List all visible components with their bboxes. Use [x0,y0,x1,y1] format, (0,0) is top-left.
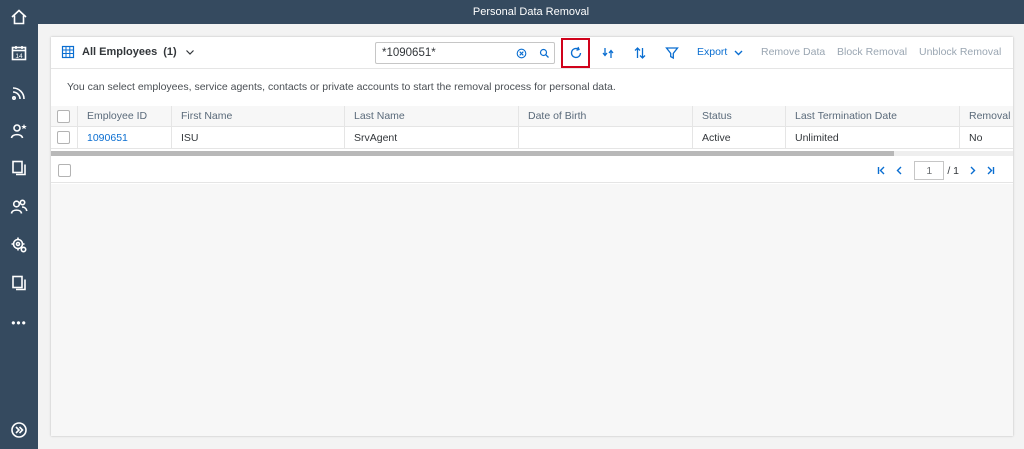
last-name-cell: SrvAgent [345,127,519,148]
column-header-first-name[interactable]: First Name [172,106,345,126]
main-content: All Employees (1) Export [38,24,1024,449]
app-title: Personal Data Removal [472,6,590,18]
row-checkbox[interactable] [57,131,70,144]
filter-icon [665,47,679,60]
table-header: Employee ID First Name Last Name Date of… [51,106,1013,127]
horizontal-scrollbar[interactable] [51,151,1013,156]
first-name-cell: ISU [172,127,345,148]
copy-icon[interactable] [9,158,29,178]
variant-count: (1) [163,46,177,58]
page-number-input[interactable] [914,161,945,180]
table-toolbar: All Employees (1) Export [51,37,1013,69]
table-footer: / 1 [51,157,1013,183]
group-button[interactable] [597,42,619,64]
feed-icon[interactable] [9,83,29,103]
remove-data-button[interactable]: Remove Data [761,46,825,58]
search-icon[interactable] [539,48,550,59]
copy-icon[interactable] [9,273,29,293]
refresh-icon [570,46,581,59]
variant-title: All Employees [82,46,158,58]
removal-blocked-cell: No [969,131,983,144]
svg-text:14: 14 [15,53,23,60]
sort-button[interactable] [629,42,651,64]
shell-bar: Personal Data Removal [38,0,1024,24]
variant-selector[interactable]: All Employees (1) [61,45,195,59]
select-all-checkbox[interactable] [57,109,70,123]
column-header-employee-id[interactable]: Employee ID [78,106,172,126]
chevron-down-icon[interactable] [185,47,195,57]
search-field[interactable] [375,42,555,64]
employees-table: Employee ID First Name Last Name Date of… [51,106,1013,149]
search-input[interactable] [376,43,512,63]
date-of-birth-cell [519,127,693,148]
home-icon[interactable] [9,7,29,27]
column-header-status[interactable]: Status [693,106,786,126]
column-header-date-of-birth[interactable]: Date of Birth [519,106,693,126]
previous-page-icon[interactable] [890,165,908,176]
expand-icon[interactable] [9,420,29,440]
last-termination-date-cell: Unlimited [786,127,960,148]
calendar-icon[interactable]: 14 [9,43,29,63]
empty-area [51,184,1013,436]
user-favorite-icon[interactable] [9,121,29,141]
last-page-icon[interactable] [981,165,999,176]
employee-id-link[interactable]: 1090651 [78,127,172,148]
column-header-removal-blocked[interactable]: Removal B [960,106,1013,126]
employees-card: All Employees (1) Export [51,37,1013,436]
sort-icon [634,47,646,59]
scrollbar-thumb[interactable] [51,151,894,156]
info-message: You can select employees, service agents… [67,81,616,93]
unblock-removal-button[interactable]: Unblock Removal [919,46,1001,58]
page-total: / 1 [947,164,959,177]
more-icon[interactable]: ••• [9,313,29,333]
export-button[interactable]: Export [697,46,744,58]
row-select-cell [51,127,78,148]
side-navigation: 14 ••• [0,0,38,449]
group-icon [602,48,614,58]
clear-icon[interactable] [516,48,527,59]
next-page-icon[interactable] [963,165,981,176]
status-cell: Active [693,127,786,148]
export-label: Export [697,46,728,58]
users-icon[interactable] [9,197,29,217]
first-page-icon[interactable] [872,165,890,176]
table-grid-icon [61,45,75,59]
refresh-button[interactable] [561,38,590,68]
select-all-cell [51,106,78,126]
table-row[interactable]: 1090651 ISU SrvAgent Active Unlimited No [51,127,1013,149]
pagination: / 1 [872,161,999,180]
user-settings-icon[interactable] [9,235,29,255]
chevron-down-icon [734,50,743,55]
filter-button[interactable] [661,42,683,64]
block-removal-button[interactable]: Block Removal [837,46,907,58]
column-header-last-termination-date[interactable]: Last Termination Date [786,106,960,126]
footer-checkbox[interactable] [58,164,71,177]
column-header-last-name[interactable]: Last Name [345,106,519,126]
